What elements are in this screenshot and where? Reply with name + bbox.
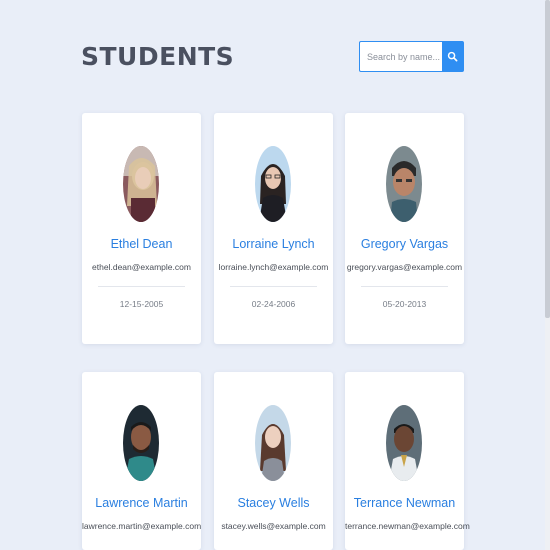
student-name[interactable]: Lawrence Martin xyxy=(82,496,201,510)
students-page: STUDENTS Ethel Dean ethel.dean@example.c… xyxy=(0,0,550,550)
avatar xyxy=(386,146,422,222)
student-card[interactable]: Ethel Dean ethel.dean@example.com 12-15-… xyxy=(82,113,201,344)
search-box xyxy=(359,41,464,72)
avatar xyxy=(123,146,159,222)
student-email: lawrence.martin@example.com xyxy=(82,521,202,531)
page-title: STUDENTS xyxy=(81,42,235,71)
student-name[interactable]: Lorraine Lynch xyxy=(214,237,333,251)
avatar xyxy=(386,405,422,481)
student-name[interactable]: Gregory Vargas xyxy=(345,237,464,251)
student-email: gregory.vargas@example.com xyxy=(346,262,463,272)
student-name[interactable]: Ethel Dean xyxy=(82,237,201,251)
avatar xyxy=(255,146,291,222)
search-icon xyxy=(447,51,458,62)
divider xyxy=(361,286,448,287)
scrollbar[interactable] xyxy=(545,0,550,550)
student-card[interactable]: Lorraine Lynch lorraine.lynch@example.co… xyxy=(214,113,333,344)
student-date: 02-24-2006 xyxy=(251,299,296,309)
student-name[interactable]: Stacey Wells xyxy=(214,496,333,510)
avatar xyxy=(255,405,291,481)
student-email: terrance.newman@example.com xyxy=(345,521,470,531)
student-date: 05-20-2013 xyxy=(382,299,427,309)
student-email: stacey.wells@example.com xyxy=(221,521,326,531)
student-card[interactable]: Stacey Wells stacey.wells@example.com xyxy=(214,372,333,550)
student-name[interactable]: Terrance Newman xyxy=(345,496,464,510)
student-date: 12-15-2005 xyxy=(119,299,164,309)
divider xyxy=(98,286,185,287)
search-button[interactable] xyxy=(442,42,463,71)
student-email: lorraine.lynch@example.com xyxy=(218,262,329,272)
student-card[interactable]: Gregory Vargas gregory.vargas@example.co… xyxy=(345,113,464,344)
student-card[interactable]: Terrance Newman terrance.newman@example.… xyxy=(345,372,470,550)
scrollbar-thumb[interactable] xyxy=(545,0,550,318)
avatar xyxy=(123,405,159,481)
student-card[interactable]: Lawrence Martin lawrence.martin@example.… xyxy=(82,372,201,550)
student-email: ethel.dean@example.com xyxy=(92,262,191,272)
search-input[interactable] xyxy=(360,42,442,71)
divider xyxy=(230,286,317,287)
